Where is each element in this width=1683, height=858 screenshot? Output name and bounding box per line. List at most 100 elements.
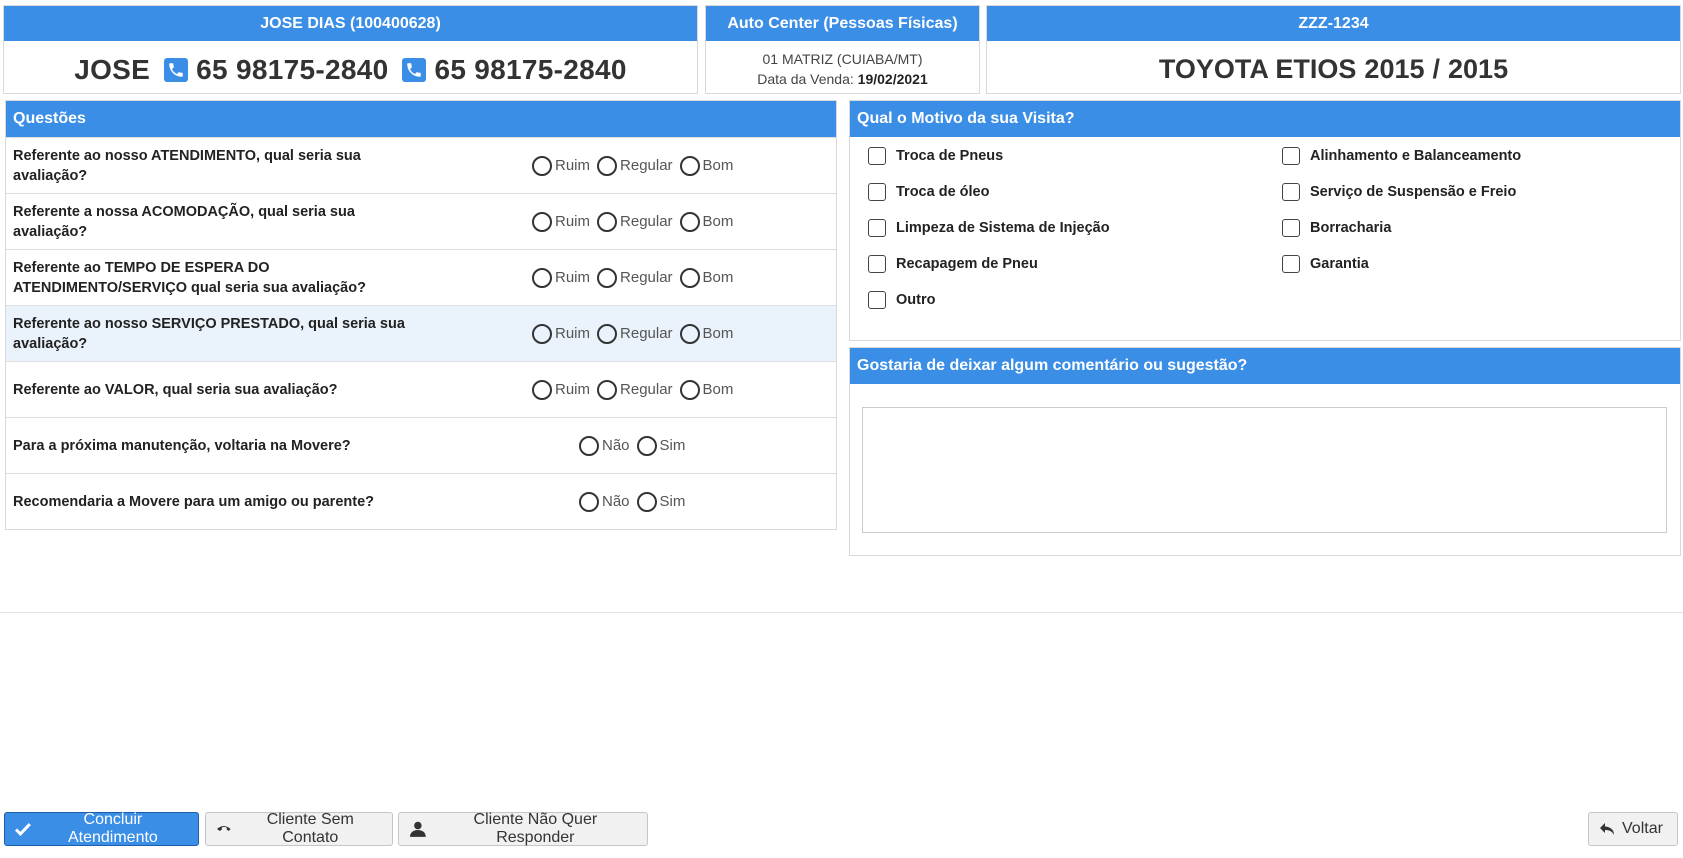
visit-reason-option[interactable]: Troca de Pneus — [868, 147, 1003, 165]
radio-button[interactable] — [679, 323, 700, 344]
store-branch: 01 MATRIZ (CUIABA/MT) — [762, 51, 923, 67]
footer-divider — [0, 612, 1683, 613]
no-answer-button[interactable]: Cliente Não Quer Responder — [398, 811, 648, 846]
radio-button[interactable] — [679, 379, 700, 400]
radio-button[interactable] — [597, 379, 618, 400]
checkbox[interactable] — [1282, 219, 1300, 237]
comment-textarea[interactable] — [862, 407, 1667, 533]
radio-option[interactable]: Ruim — [532, 155, 590, 176]
visit-reason-option[interactable]: Outro — [868, 291, 935, 309]
checkbox[interactable] — [1282, 183, 1300, 201]
radio-button[interactable] — [532, 323, 552, 344]
radio-label: Bom — [702, 157, 734, 174]
radio-button[interactable] — [679, 267, 700, 288]
customer-name: JOSE — [74, 53, 151, 85]
sale-date: Data da Venda: 19/02/2021 — [706, 69, 979, 89]
radio-option[interactable]: Regular — [590, 323, 673, 344]
visit-reason-option[interactable]: Recapagem de Pneu — [868, 255, 1038, 273]
radio-option[interactable]: Sim — [630, 491, 686, 512]
radio-label: Bom — [702, 213, 734, 230]
vehicle-description: TOYOTA ETIOS 2015 / 2015 — [987, 41, 1680, 98]
phone-icon — [402, 57, 427, 82]
radio-button[interactable] — [579, 435, 599, 456]
radio-option[interactable]: Bom — [673, 323, 733, 344]
visit-reason-option[interactable]: Garantia — [1282, 255, 1369, 273]
checkbox[interactable] — [868, 219, 886, 237]
store-header: Auto Center (Pessoas Físicas) — [706, 6, 979, 41]
radio-button[interactable] — [532, 211, 552, 232]
radio-button[interactable] — [597, 155, 618, 176]
question-options: Ruim Regular Bom — [532, 379, 733, 400]
radio-button[interactable] — [597, 267, 618, 288]
radio-option[interactable]: Regular — [590, 155, 673, 176]
radio-button[interactable] — [579, 491, 599, 512]
checkbox[interactable] — [868, 291, 886, 309]
radio-option[interactable]: Ruim — [532, 211, 590, 232]
checkbox-label: Troca de Pneus — [896, 148, 1004, 164]
radio-label: Não — [602, 493, 630, 510]
radio-option[interactable]: Bom — [673, 379, 733, 400]
radio-label: Regular — [620, 157, 673, 174]
customer-header: JOSE DIAS (100400628) — [4, 6, 697, 41]
radio-button[interactable] — [532, 267, 552, 288]
radio-option[interactable]: Regular — [590, 379, 673, 400]
visit-reason-option[interactable]: Troca de óleo — [868, 183, 989, 201]
radio-button[interactable] — [679, 211, 700, 232]
comment-title: Gostaria de deixar algum comentário ou s… — [850, 348, 1680, 384]
question-row: Recomendaria a Movere para um amigo ou p… — [6, 473, 836, 529]
radio-option[interactable]: Sim — [630, 435, 686, 456]
radio-button[interactable] — [636, 435, 657, 456]
checkbox[interactable] — [1282, 147, 1300, 165]
back-button[interactable]: Voltar — [1588, 812, 1678, 846]
checkbox[interactable] — [1282, 255, 1300, 273]
radio-option[interactable]: Ruim — [532, 323, 590, 344]
radio-button[interactable] — [679, 155, 700, 176]
sale-date-value: 19/02/2021 — [857, 71, 928, 87]
vehicle-plate: ZZZ-1234 — [987, 6, 1680, 41]
checkbox[interactable] — [868, 255, 886, 273]
question-text: Referente ao nosso SERVIÇO PRESTADO, qua… — [13, 315, 405, 352]
question-text: Referente a nossa ACOMODAÇÃO, qual seria… — [13, 203, 355, 240]
customer-phone-1[interactable]: 65 98175-2840 — [196, 54, 388, 86]
radio-label: Sim — [659, 437, 686, 454]
vehicle-model: TOYOTA ETIOS — [1158, 54, 1357, 84]
vehicle-year-model: 2015 — [1448, 54, 1509, 84]
visit-reason-option[interactable]: Alinhamento e Balanceamento — [1282, 147, 1521, 165]
radio-label: Sim — [659, 493, 686, 510]
vehicle-year-fab: 2015 — [1364, 54, 1425, 84]
question-text: Recomendaria a Movere para um amigo ou p… — [13, 493, 374, 510]
radio-option[interactable]: Não — [579, 491, 630, 512]
store-card: Auto Center (Pessoas Físicas) 01 MATRIZ … — [705, 5, 980, 94]
radio-option[interactable]: Bom — [673, 267, 733, 288]
radio-option[interactable]: Não — [579, 435, 630, 456]
question-text: Para a próxima manutenção, voltaria na M… — [13, 437, 351, 454]
checkbox[interactable] — [868, 183, 886, 201]
radio-option[interactable]: Ruim — [532, 379, 590, 400]
radio-button[interactable] — [532, 155, 552, 176]
radio-option[interactable]: Bom — [673, 155, 734, 176]
customer-phone-2[interactable]: 65 98175-2840 — [434, 54, 626, 86]
no-contact-button[interactable]: Cliente Sem Contato — [205, 811, 393, 846]
radio-button[interactable] — [597, 323, 618, 344]
radio-option[interactable]: Ruim — [532, 267, 590, 288]
question-row: Referente ao VALOR, qual seria sua avali… — [6, 361, 836, 417]
checkbox-label: Serviço de Suspensão e Freio — [1310, 184, 1517, 200]
vehicle-year-separator: / — [1432, 54, 1441, 84]
radio-option[interactable]: Bom — [673, 211, 734, 232]
radio-button[interactable] — [636, 491, 657, 512]
radio-option[interactable]: Regular — [590, 267, 673, 288]
checkbox[interactable] — [868, 147, 886, 165]
questions-title: Questões — [6, 101, 836, 137]
questions-list: Referente ao nosso ATENDIMENTO, qual ser… — [6, 137, 836, 529]
radio-option[interactable]: Regular — [590, 211, 673, 232]
question-options: Ruim Regular Bom — [532, 323, 733, 344]
visit-reason-option[interactable]: Limpeza de Sistema de Injeção — [868, 219, 1110, 237]
radio-label: Não — [602, 437, 630, 454]
finish-button[interactable]: Concluir Atendimento — [4, 811, 199, 846]
visit-reason-option[interactable]: Serviço de Suspensão e Freio — [1282, 183, 1516, 201]
visit-reason-option[interactable]: Borracharia — [1282, 219, 1391, 237]
phone-icon — [164, 57, 189, 82]
checkbox-label: Outro — [896, 292, 936, 308]
radio-button[interactable] — [532, 379, 552, 400]
radio-button[interactable] — [597, 211, 618, 232]
